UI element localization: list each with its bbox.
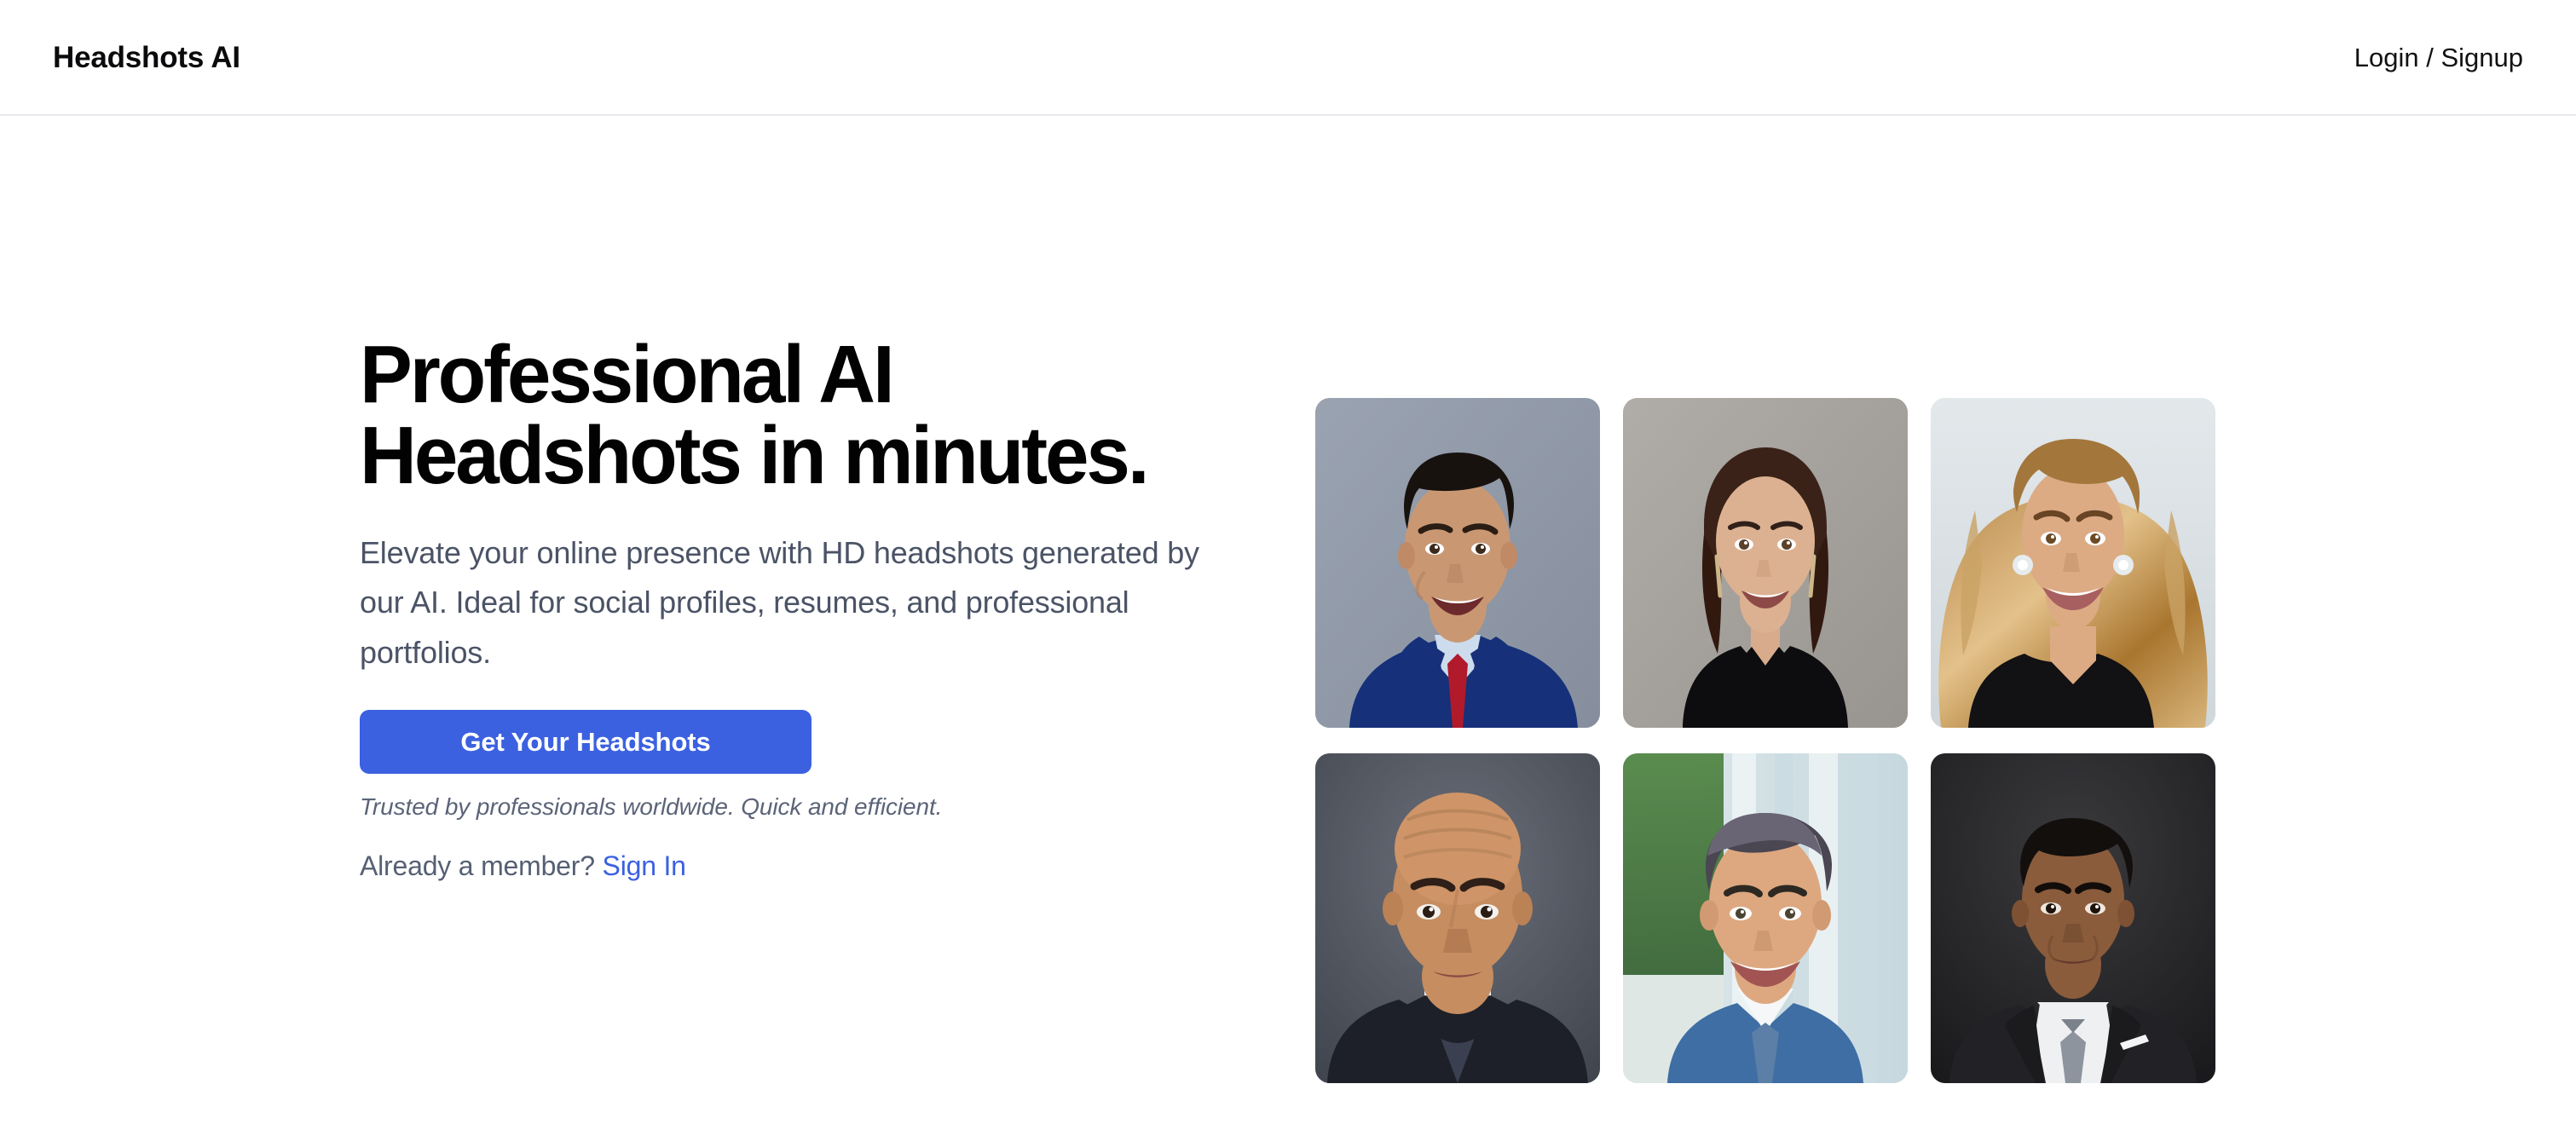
page-title: Professional AI Headshots in minutes. — [360, 329, 1150, 501]
hero-copy: Professional AI Headshots in minutes. El… — [360, 329, 1238, 882]
headshot-thumbnail-2[interactable] — [1623, 398, 1908, 728]
headshot-image-2 — [1623, 398, 1908, 728]
headshot-thumbnail-4[interactable] — [1315, 753, 1600, 1083]
headshot-image-4 — [1315, 753, 1600, 1083]
headshot-thumbnail-6[interactable] — [1931, 753, 2215, 1083]
sign-in-link[interactable]: Sign In — [603, 850, 686, 881]
headshot-image-5 — [1623, 753, 1908, 1083]
hero-section: Professional AI Headshots in minutes. El… — [0, 116, 2576, 1130]
headshot-thumbnail-3[interactable] — [1931, 398, 2215, 728]
headshot-gallery — [1315, 398, 2215, 1083]
member-signin-row: Already a member? Sign In — [360, 850, 1238, 882]
headshot-thumbnail-1[interactable] — [1315, 398, 1600, 728]
hero-subheading: Elevate your online presence with HD hea… — [360, 535, 1199, 670]
brand-logo[interactable]: Headshots AI — [53, 43, 240, 72]
headshot-image-6 — [1931, 753, 2215, 1083]
headshot-thumbnail-5[interactable] — [1623, 753, 1908, 1083]
member-prompt-text: Already a member? — [360, 850, 595, 882]
trust-note: Trusted by professionals worldwide. Quic… — [360, 793, 943, 821]
headshot-image-1 — [1315, 398, 1600, 728]
headshot-image-3 — [1931, 398, 2215, 728]
site-header: Headshots AI Login / Signup — [0, 0, 2576, 116]
get-your-headshots-button[interactable]: Get Your Headshots — [360, 710, 811, 775]
login-signup-link[interactable]: Login / Signup — [2354, 44, 2523, 71]
